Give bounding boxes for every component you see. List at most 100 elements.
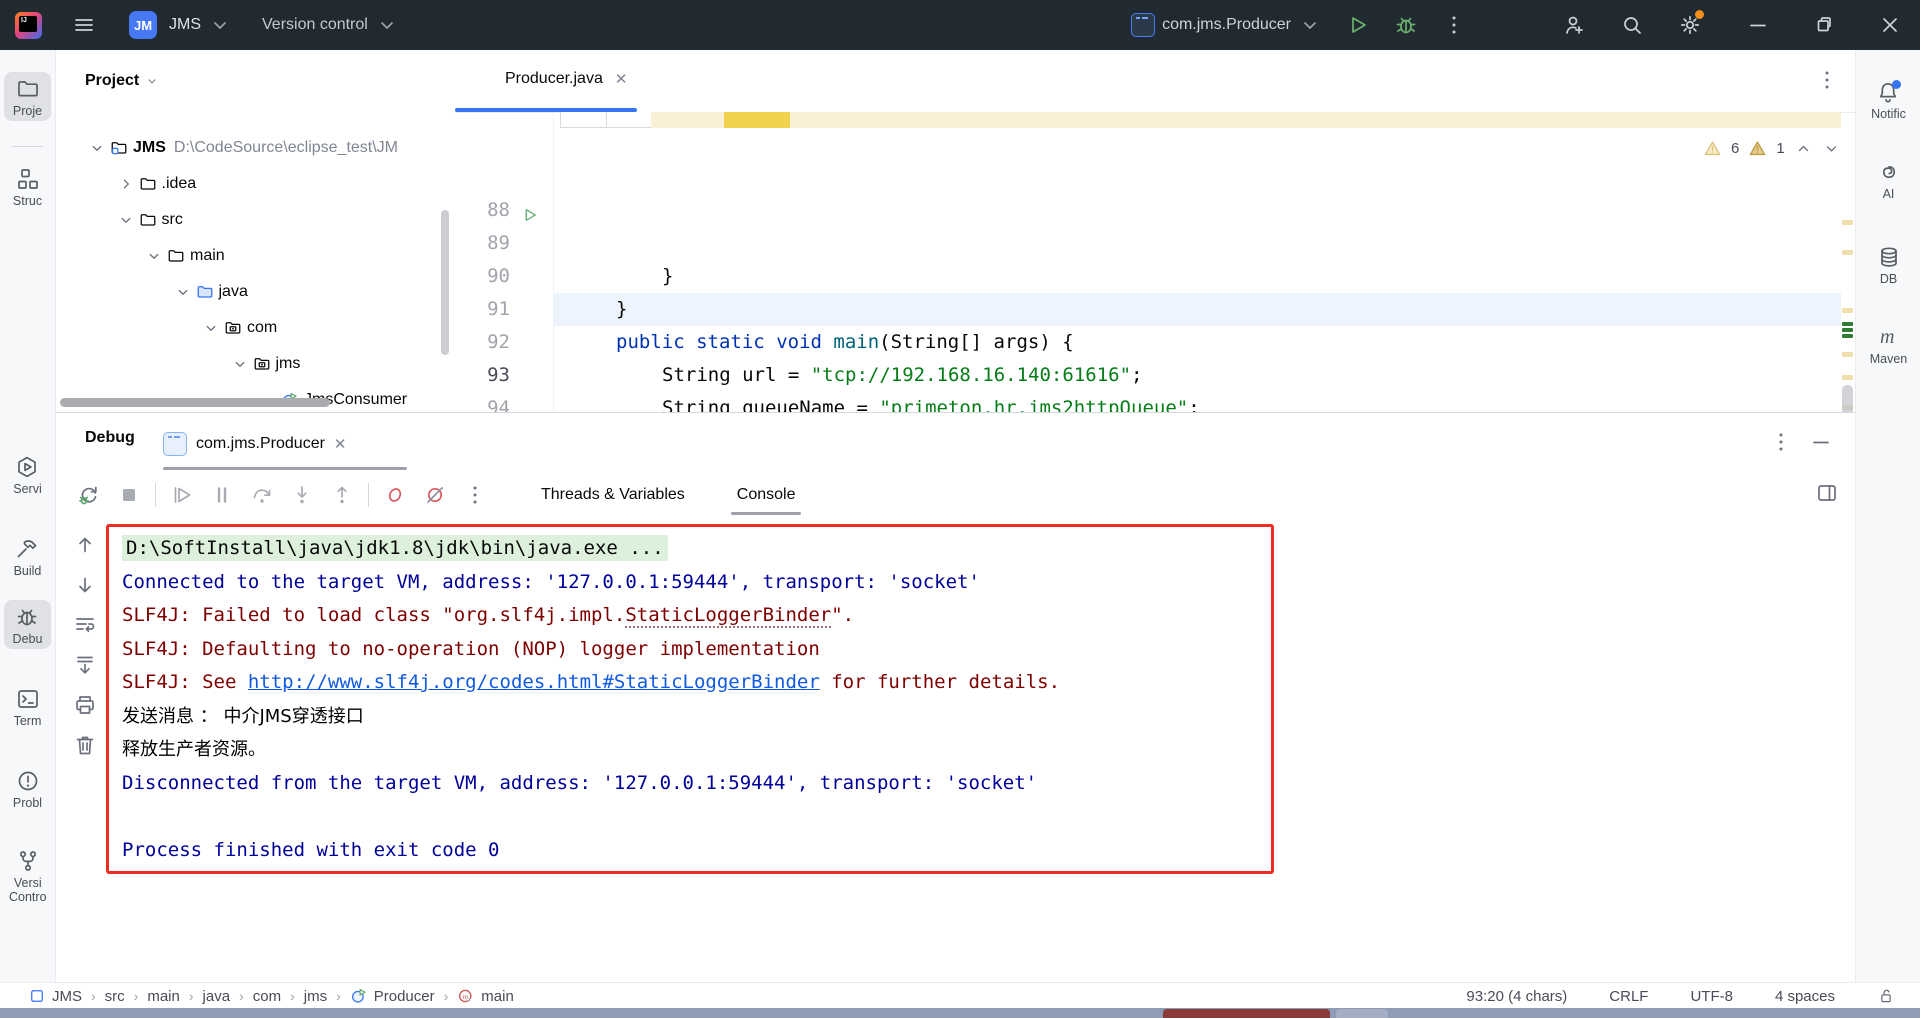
step-out-button[interactable] xyxy=(322,483,362,507)
tree-item-src[interactable]: src xyxy=(117,202,183,238)
taskbar-app-indicator[interactable] xyxy=(1163,1009,1330,1018)
breadcrumb-main[interactable]: main xyxy=(147,988,180,1005)
editor-options-icon[interactable] xyxy=(1815,68,1839,92)
project-widget[interactable]: JMS xyxy=(169,13,232,37)
resume-button[interactable] xyxy=(162,483,202,507)
tree-collapse-icon[interactable] xyxy=(88,139,108,157)
tree-collapse-icon[interactable] xyxy=(174,283,194,301)
step-over-button[interactable] xyxy=(242,483,282,507)
vcs-widget[interactable]: Version control xyxy=(262,13,399,37)
debug-panel-options-icon[interactable] xyxy=(1769,430,1793,454)
editor-tab-producer-java[interactable]: Producer.java ✕ xyxy=(455,50,649,108)
minimize-button[interactable] xyxy=(1746,13,1770,37)
code-line-88[interactable]: 88 } xyxy=(455,128,1855,161)
inspection-widget[interactable]: 6 1 xyxy=(1695,133,1849,163)
tree-collapse-icon[interactable] xyxy=(117,211,137,229)
tree-item-main[interactable]: main xyxy=(145,238,225,274)
debug-view-tab-console[interactable]: Console xyxy=(737,477,796,513)
tool-stripe-build-button[interactable]: Build xyxy=(0,532,55,583)
breadcrumb-src[interactable]: src xyxy=(105,988,125,1005)
run-button[interactable] xyxy=(1346,13,1370,37)
line-number[interactable]: 93 xyxy=(455,359,510,392)
line-number[interactable]: 90 xyxy=(455,260,510,293)
status-widget[interactable]: 93:20 (4 chars) xyxy=(1466,988,1567,1005)
breadcrumb-jms[interactable]: jms xyxy=(304,988,327,1005)
tool-stripe-proje-button[interactable]: Proje xyxy=(0,72,55,123)
debug-tab-close-icon[interactable]: ✕ xyxy=(334,435,347,453)
code-line-91[interactable]: 91 String url = "tcp://192.168.16.140:61… xyxy=(455,227,1855,260)
tree-item-java[interactable]: java xyxy=(174,274,248,310)
project-view-header[interactable]: Project xyxy=(85,72,159,90)
status-widget[interactable]: UTF-8 xyxy=(1690,988,1733,1005)
tab-close-icon[interactable]: ✕ xyxy=(615,70,628,88)
tree-item-idea[interactable]: .idea xyxy=(117,166,197,202)
code-editor[interactable]: 88 } 89 } 90 public static void main(Str… xyxy=(455,128,1855,413)
editor-marker-bar[interactable] xyxy=(1841,112,1854,412)
tree-item-com[interactable]: com xyxy=(202,310,277,346)
next-problem-icon[interactable] xyxy=(1822,139,1841,158)
tree-expand-icon[interactable] xyxy=(117,175,137,193)
editor-scrollbar-thumb[interactable] xyxy=(1842,385,1853,413)
code-line-89[interactable]: 89 } xyxy=(455,161,1855,194)
mute-breakpoints-button[interactable] xyxy=(415,483,455,507)
tree-collapse-icon[interactable] xyxy=(231,355,251,373)
more-actions-button[interactable] xyxy=(1442,13,1466,37)
tool-stripe-more-button[interactable] xyxy=(0,255,55,292)
console-link[interactable]: http://www.slf4j.org/codes.html#StaticLo… xyxy=(248,671,820,693)
breadcrumb-main[interactable]: mmain xyxy=(457,987,514,1005)
run-line-icon[interactable] xyxy=(521,198,539,231)
breadcrumb-producer[interactable]: Producer xyxy=(350,987,435,1005)
tool-stripe-servi-button[interactable]: Servi xyxy=(0,450,55,501)
tree-vertical-scrollbar[interactable] xyxy=(441,210,449,355)
debug-panel-hide-icon[interactable] xyxy=(1809,430,1833,454)
code-line-93[interactable]: 93 String text = "中介JMS穿透接口"; xyxy=(455,293,1855,326)
tool-stripe-db-button[interactable]: DB xyxy=(1856,240,1920,291)
file-lock-icon[interactable] xyxy=(1877,987,1895,1005)
console-output[interactable]: D:\SoftInstall\java\jdk1.8\jdk\bin\java.… xyxy=(122,532,1482,867)
status-widget[interactable]: 4 spaces xyxy=(1775,988,1835,1005)
console-arrow-up-button[interactable] xyxy=(73,533,97,557)
run-configuration-widget[interactable]: com.jms.Producer xyxy=(1131,13,1322,37)
line-number[interactable]: 92 xyxy=(455,326,510,359)
tool-stripe-versi-button[interactable]: Versi Contro xyxy=(0,844,55,909)
breadcrumb-jms[interactable]: JMS xyxy=(28,987,82,1005)
line-number[interactable]: 88 xyxy=(455,194,510,227)
debug-session-tab[interactable]: com.jms.Producer ✕ xyxy=(163,423,347,465)
rerun-debug-button[interactable] xyxy=(69,483,109,507)
tree-horizontal-scrollbar[interactable] xyxy=(60,398,330,407)
breadcrumb-java[interactable]: java xyxy=(203,988,231,1005)
tool-stripe-struc-button[interactable]: Struc xyxy=(0,162,55,213)
console-arrow-down-button[interactable] xyxy=(73,573,97,597)
step-into-button[interactable] xyxy=(282,483,322,507)
restore-button[interactable] xyxy=(1812,13,1836,37)
tool-stripe-probl-button[interactable]: Probl xyxy=(0,764,55,815)
pause-button[interactable] xyxy=(202,483,242,507)
tree-item-jms[interactable]: JMS D:\CodeSource\eclipse_test\JM xyxy=(88,130,398,166)
status-widget[interactable]: CRLF xyxy=(1609,988,1648,1005)
tree-item-jms[interactable]: jms xyxy=(231,346,301,382)
line-number[interactable]: 91 xyxy=(455,293,510,326)
console-scroll-end-button[interactable] xyxy=(73,653,97,677)
tree-collapse-icon[interactable] xyxy=(145,247,165,265)
debug-button[interactable] xyxy=(1394,13,1418,37)
tool-stripe-notific-button[interactable]: Notific xyxy=(1856,75,1920,126)
search-everywhere-button[interactable] xyxy=(1620,13,1644,37)
layout-settings-icon[interactable] xyxy=(1815,481,1839,505)
tool-stripe-maven-button[interactable]: m Maven xyxy=(1856,320,1920,371)
close-button[interactable] xyxy=(1878,13,1902,37)
console-soft-wrap-button[interactable] xyxy=(73,613,97,637)
console-printer-button[interactable] xyxy=(73,693,97,717)
code-with-me-button[interactable] xyxy=(1562,13,1586,37)
stop-button[interactable] xyxy=(109,483,149,507)
taskbar-app-indicator-2[interactable] xyxy=(1336,1009,1388,1018)
view-breakpoints-button[interactable] xyxy=(375,483,415,507)
tool-stripe-ai-button[interactable]: AI xyxy=(1856,155,1920,206)
line-number[interactable]: 89 xyxy=(455,227,510,260)
settings-button[interactable] xyxy=(1678,13,1702,37)
console-trash-button[interactable] xyxy=(73,733,97,757)
tool-stripe-debu-button[interactable]: Debu xyxy=(0,600,55,651)
code-line-90[interactable]: 90 public static void main(String[] args… xyxy=(455,194,1855,227)
main-menu-button[interactable] xyxy=(72,13,96,37)
breadcrumb-com[interactable]: com xyxy=(253,988,281,1005)
tool-stripe-term-button[interactable]: Term xyxy=(0,682,55,733)
